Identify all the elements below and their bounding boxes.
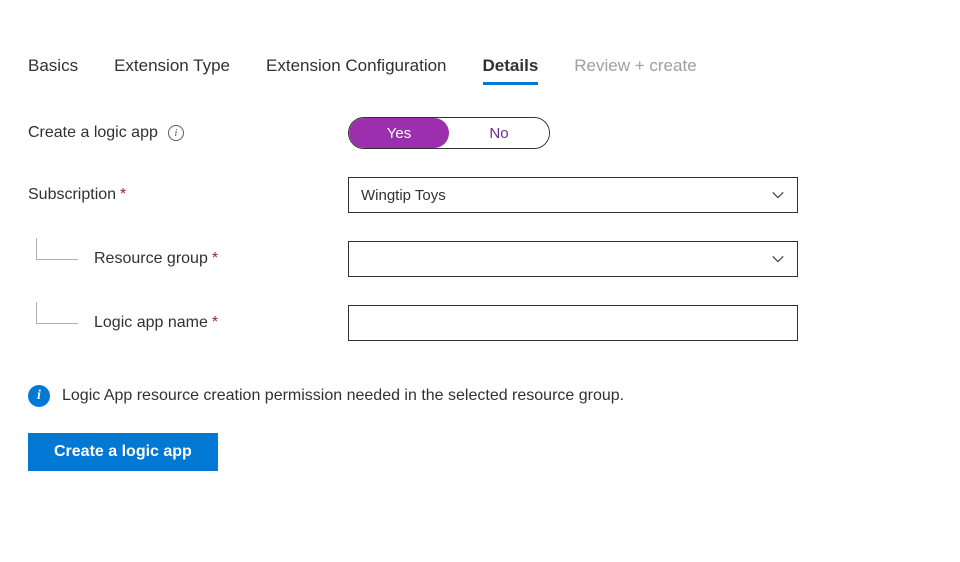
required-asterisk: * [212,314,218,332]
toggle-no[interactable]: No [449,118,549,148]
resource-group-label: Resource group [94,250,208,268]
chevron-down-icon [771,252,785,266]
tree-connector-icon [36,238,78,260]
subscription-value: Wingtip Toys [361,187,446,204]
tab-extension-configuration[interactable]: Extension Configuration [266,56,447,85]
logic-app-name-label: Logic app name [94,314,208,332]
tabs-bar: Basics Extension Type Extension Configur… [28,56,932,85]
tab-details[interactable]: Details [483,56,539,85]
subscription-select[interactable]: Wingtip Toys [348,177,798,213]
toggle-yes[interactable]: Yes [349,118,449,148]
create-logic-app-label: Create a logic app [28,124,158,142]
info-message: Logic App resource creation permission n… [62,387,624,405]
tab-extension-type[interactable]: Extension Type [114,56,230,85]
create-logic-app-button[interactable]: Create a logic app [28,433,218,471]
create-logic-app-toggle[interactable]: Yes No [348,117,550,149]
resource-group-select[interactable] [348,241,798,277]
info-circle-icon: i [28,385,50,407]
required-asterisk: * [212,250,218,268]
subscription-label: Subscription [28,186,116,204]
chevron-down-icon [771,188,785,202]
info-icon[interactable]: i [168,125,184,141]
required-asterisk: * [120,186,126,204]
logic-app-name-input[interactable] [348,305,798,341]
tab-review-create: Review + create [574,56,696,85]
tab-basics[interactable]: Basics [28,56,78,85]
info-banner: i Logic App resource creation permission… [28,385,932,407]
tree-connector-icon [36,302,78,324]
